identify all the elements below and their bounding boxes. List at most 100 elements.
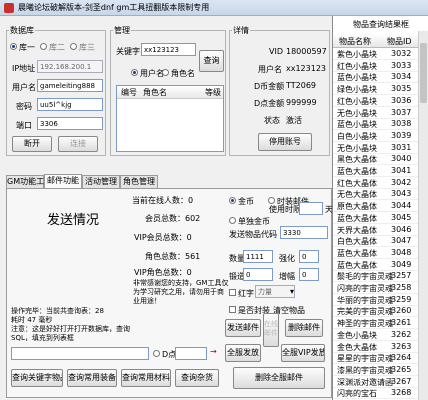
keyword-label: 关键字 [116,47,140,56]
red-text-checkbox[interactable] [229,289,236,296]
item-row[interactable]: 蓝色大晶体 3048 [333,247,419,259]
item-row[interactable]: 紫色小晶块 3032 [333,48,419,60]
mail-panel: 发送情况 当前在线人数：0 会员总数：602 VIP会员总数：0 角色总数：56… [6,188,333,398]
item-row[interactable]: 绿色小晶块 3035 [333,83,419,96]
strengthen-input[interactable]: 0 [299,250,319,263]
tab-activity[interactable]: 活动管理 [82,175,120,188]
item-name: 红色大晶体 [337,178,377,188]
item-id: 3261 [391,318,412,328]
item-id: 3037 [391,107,412,117]
db-port-input[interactable]: 3306 [37,117,103,130]
item-row[interactable]: 星星的宇宙灵魂 3264 [333,352,419,365]
item-row[interactable]: 黑色大晶体 3040 [333,153,419,166]
online-mail-button[interactable]: 在线 邮件 [263,313,279,347]
col-level: 等级 [205,88,221,97]
ip-label: IP地址 [12,64,36,73]
radio-gold[interactable] [229,197,236,204]
db-user-input[interactable]: gameleiting888 [37,79,103,92]
item-id: 3032 [391,49,412,58]
scrollbar-thumb[interactable] [420,43,427,103]
tab-role[interactable]: 角色管理 [120,175,158,188]
query-button[interactable]: 查询 [199,50,224,72]
d-coin-input[interactable] [175,347,207,360]
item-row[interactable]: 蓝色大晶体 3049 [333,259,419,271]
item-name: 星星的宇宙灵魂 [337,354,393,364]
radio-ticket-mail[interactable] [268,197,275,204]
item-row[interactable]: 蓝色大晶体 3041 [333,165,419,177]
query-keyword-items-button[interactable]: 查询关键字物品 [11,369,63,387]
item-id: 3033 [391,60,412,70]
query-common-materials-button[interactable]: 查询常用材料 [121,369,171,387]
disconnect-button[interactable]: 断开 [12,136,52,152]
tab-gm-tools[interactable]: GM功能工具 [6,175,52,188]
item-row[interactable]: 蓝色小晶块 3038 [333,118,419,131]
item-list-scrollbar[interactable] [418,31,428,400]
all-send-button[interactable]: 全服发放 [225,344,261,362]
item-name: 白色大晶体 [337,237,377,247]
quantity-input[interactable]: 1111 [243,250,273,263]
role-table[interactable]: 编号 角色名 等级 [116,85,224,152]
delete-mail-button[interactable]: 删除邮件 [285,319,323,337]
db-radio-3[interactable] [70,43,77,50]
item-row[interactable]: 红色大晶体 3042 [333,177,419,189]
connect-button[interactable]: 连接 [58,136,98,152]
item-row[interactable]: 无色小晶块 3037 [333,107,419,119]
item-id: 3259 [391,294,412,304]
item-row[interactable]: 鬃毛的宇宙灵魂 3257 [333,270,419,283]
item-row[interactable]: 白色大晶体 3047 [333,235,419,248]
item-row[interactable]: 完美的宇宙灵魂 3260 [333,305,419,318]
db-radio-2[interactable] [40,43,47,50]
radio-username[interactable] [131,69,138,76]
item-row[interactable]: 白色小晶块 3039 [333,130,419,142]
item-row[interactable]: 蓝色小晶块 3034 [333,71,419,84]
ip-input[interactable]: 192.168.200.1 [37,60,103,73]
send-mail-button[interactable]: 发送邮件 [225,319,261,337]
radio-rolename[interactable] [162,69,169,76]
item-row[interactable]: 红色小晶块 3033 [333,60,419,72]
tab-mail[interactable]: 邮件功能 [44,174,82,188]
item-row[interactable]: 深渊派对邀请函 3267 [333,376,419,388]
item-row[interactable]: 蓝色大晶体 3045 [333,212,419,224]
db-radio-1[interactable] [10,43,17,50]
item-row[interactable]: 金色大晶体 3263 [333,341,419,353]
item-row[interactable]: 闪亮的宝石 3268 [333,387,419,400]
item-name: 神圣的宇宙灵魂 [337,319,393,329]
manage-group-label: 管理 [113,25,131,36]
col-role-name: 角色名 [143,88,167,97]
item-row[interactable]: 原色大晶体 3044 [333,200,419,213]
query-common-equipment-button[interactable]: 查询常用装备 [67,369,117,387]
forge-input[interactable]: 0 [243,268,273,281]
radio-d-coin[interactable] [153,350,160,357]
col-item-id: 物品ID [387,37,412,46]
upgrade-input[interactable]: 0 [299,268,319,281]
item-id: 3262 [391,329,412,339]
item-row[interactable]: 天界大晶体 3046 [333,224,419,236]
power-select[interactable]: 力量 [255,285,295,298]
item-row[interactable]: 金色小晶块 3262 [333,329,419,341]
radio-single-gold[interactable] [229,217,236,224]
vip-all-send-button[interactable]: 全服VIP发放 [281,344,325,362]
item-row[interactable]: 无色大晶体 3043 [333,188,419,201]
item-row[interactable]: 无色小晶块 3031 [333,142,419,154]
seal-checkbox[interactable] [229,306,236,313]
time-limit-input[interactable] [299,202,323,215]
item-id: 3049 [391,259,412,269]
item-row[interactable]: 闪亮的宇宙灵魂 3258 [333,282,419,294]
item-code-input[interactable]: 3330 [280,226,328,239]
keyword-input[interactable]: xx123123 [141,43,196,56]
item-row[interactable]: 华丽的宇宙灵魂 3259 [333,294,419,306]
query-misc-button[interactable]: 查询杂货 [175,369,219,387]
d-coin-input-left[interactable] [11,347,149,360]
role-table-header: 编号 角色名 等级 [117,86,223,99]
item-row[interactable]: 漆黑的宇宙灵魂 3265 [333,364,419,376]
db-password-input[interactable]: uu5l^kjg [37,98,103,111]
item-row[interactable]: 红色小晶块 3036 [333,95,419,107]
item-name: 红色小晶块 [337,96,377,106]
item-id: 3047 [391,236,412,246]
delete-all-mail-button[interactable]: 删除全服邮件 [233,367,325,389]
item-result-list[interactable]: 物品查询结果框 物品名称 物品ID 紫色小晶块 3032 红色小晶块 3033 蓝色小晶… [332,16,428,400]
d-coin-label: D币金额 [254,82,285,91]
upgrade-label: 增幅 [279,272,295,281]
disable-account-button[interactable]: 停用账号 [258,133,312,151]
item-row[interactable]: 神圣的宇宙灵魂 3261 [333,317,419,330]
